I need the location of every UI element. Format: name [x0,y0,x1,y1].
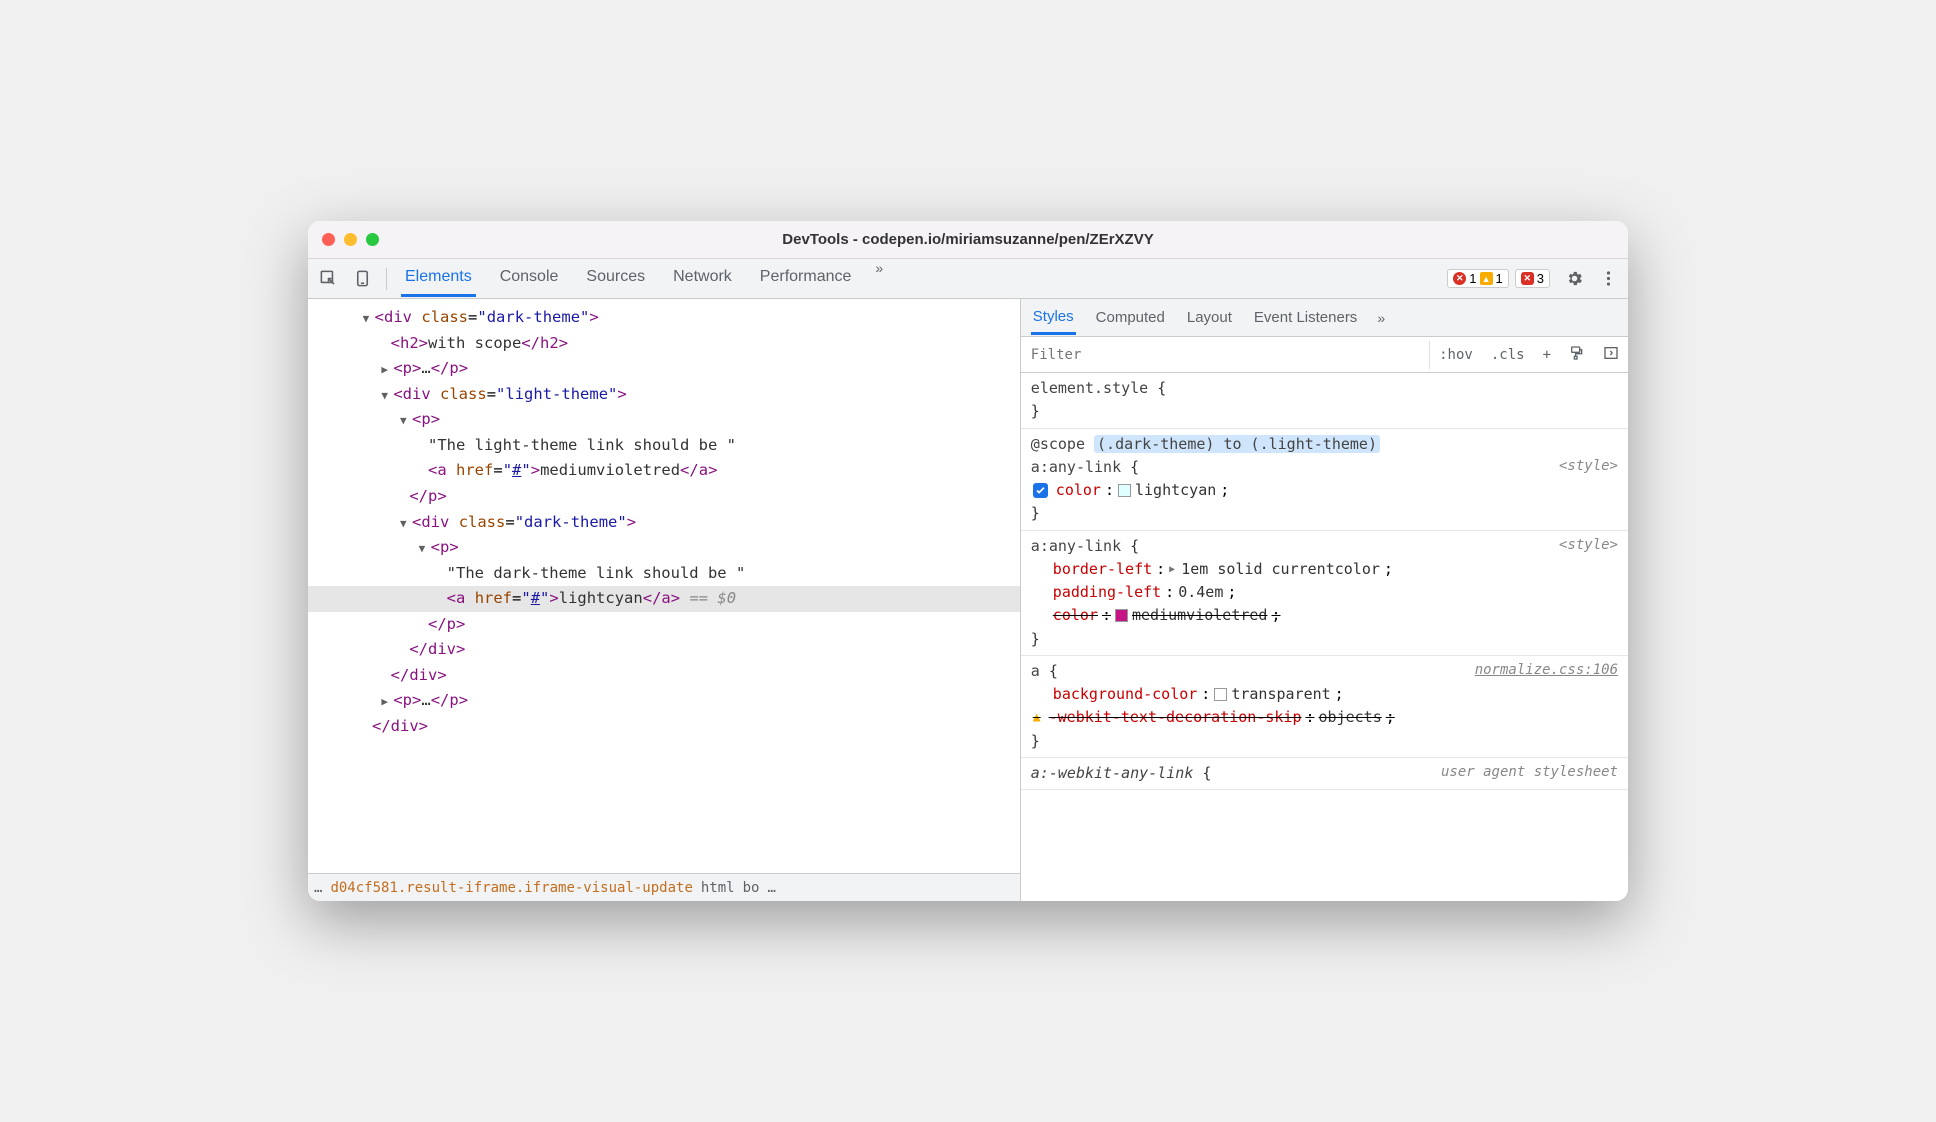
dom-text[interactable]: "The dark-theme link should be " [308,561,1020,587]
more-tabs-icon[interactable]: » [875,260,883,297]
elements-panel: ▼<div class="dark-theme"> <h2>with scope… [308,299,1021,901]
styles-tabs: Styles Computed Layout Event Listeners » [1021,299,1628,337]
color-swatch[interactable] [1118,484,1131,497]
color-swatch[interactable] [1214,688,1227,701]
dom-node[interactable]: ▶<p>…</p> [308,356,1020,382]
css-declaration[interactable]: padding-left: 0.4em; [1031,581,1618,604]
dom-text[interactable]: "The light-theme link should be " [308,433,1020,459]
breadcrumb-ellipsis[interactable]: … [314,880,322,896]
hover-toggle-button[interactable]: :hov [1430,347,1482,363]
error-count: 1 [1469,271,1476,286]
css-declaration[interactable]: border-left:▶1em solid currentcolor; [1031,558,1618,581]
styles-tab-styles[interactable]: Styles [1031,301,1076,335]
dom-node[interactable]: ▶<p>…</p> [308,688,1020,714]
style-rule[interactable]: user agent stylesheet a:-webkit-any-link… [1021,758,1628,790]
styles-panel: Styles Computed Layout Event Listeners »… [1021,299,1628,901]
dom-node[interactable]: </div> [308,714,1020,740]
panel-tabs: Elements Console Sources Network Perform… [401,260,883,297]
traffic-lights [322,233,379,246]
dom-node[interactable]: ▼<p> [308,407,1020,433]
dom-node[interactable]: </p> [308,612,1020,638]
status-badges: ✕ 1 ▲ 1 ✕ 3 [1447,269,1550,288]
devtools-window: DevTools - codepen.io/miriamsuzanne/pen/… [308,221,1628,901]
window-title: DevTools - codepen.io/miriamsuzanne/pen/… [782,231,1153,248]
computed-pane-icon[interactable] [1594,345,1628,365]
dom-node[interactable]: ▼<div class="dark-theme"> [308,510,1020,536]
dom-node[interactable]: ▼<p> [308,535,1020,561]
warning-count: 1 [1496,271,1503,286]
dom-tree[interactable]: ▼<div class="dark-theme"> <h2>with scope… [308,299,1020,873]
tab-console[interactable]: Console [496,260,563,297]
settings-icon[interactable] [1564,269,1584,289]
style-rule[interactable]: element.style { } [1021,373,1628,429]
divider [386,268,387,290]
enabled-checkbox[interactable] [1033,483,1048,498]
css-declaration[interactable]: color: lightcyan; [1031,479,1618,502]
source-link[interactable]: <style> [1559,456,1618,478]
color-swatch[interactable] [1115,609,1128,622]
warning-icon: ▲ [1033,708,1041,728]
message-count: 3 [1537,271,1544,286]
css-declaration-overridden[interactable]: color: mediumvioletred; [1031,604,1618,627]
source-link[interactable]: <style> [1559,535,1618,557]
css-declaration-invalid[interactable]: ▲ -webkit-text-decoration-skip: objects; [1031,706,1618,729]
style-rule[interactable]: @scope (.dark-theme) to (.light-theme) <… [1021,429,1628,531]
style-rule[interactable]: normalize.css:106 a { background-color: … [1021,656,1628,758]
titlebar: DevTools - codepen.io/miriamsuzanne/pen/… [308,221,1628,259]
tab-performance[interactable]: Performance [756,260,856,297]
breadcrumb-ellipsis[interactable]: … [767,880,775,896]
tab-network[interactable]: Network [669,260,736,297]
device-toggle-icon[interactable] [352,269,372,289]
styles-tab-layout[interactable]: Layout [1185,302,1234,333]
error-icon: ✕ [1453,272,1466,285]
scope-highlight: (.dark-theme) to (.light-theme) [1094,435,1380,453]
more-styles-tabs-icon[interactable]: » [1377,310,1385,326]
breadcrumb-item[interactable]: d04cf581.result-iframe.iframe-visual-upd… [330,880,692,896]
main-toolbar: Elements Console Sources Network Perform… [308,259,1628,299]
dom-node[interactable]: </div> [308,663,1020,689]
dom-node[interactable]: </div> [308,637,1020,663]
inspect-icon[interactable] [318,269,338,289]
classes-toggle-button[interactable]: .cls [1482,347,1534,363]
more-menu-icon[interactable] [1598,269,1618,289]
warning-icon: ▲ [1480,272,1493,285]
tab-elements[interactable]: Elements [401,260,476,297]
dom-node[interactable]: <a href="#">mediumvioletred</a> [308,458,1020,484]
paint-icon[interactable] [1560,345,1594,365]
new-style-button[interactable]: + [1534,347,1560,363]
dom-node[interactable]: </p> [308,484,1020,510]
style-rule[interactable]: <style> a:any-link { border-left:▶1em so… [1021,531,1628,656]
minimize-button[interactable] [344,233,357,246]
css-declaration[interactable]: background-color: transparent; [1031,683,1618,706]
errors-badge[interactable]: ✕ 1 ▲ 1 [1447,269,1508,288]
messages-badge[interactable]: ✕ 3 [1515,269,1550,288]
dom-node[interactable]: <h2>with scope</h2> [308,331,1020,357]
breadcrumb-item[interactable]: html [701,880,735,896]
close-button[interactable] [322,233,335,246]
styles-toolbar: :hov .cls + [1021,337,1628,373]
tab-sources[interactable]: Sources [582,260,649,297]
main-content: ▼<div class="dark-theme"> <h2>with scope… [308,299,1628,901]
breadcrumb-item[interactable]: bo [743,880,760,896]
styles-rules[interactable]: element.style { } @scope (.dark-theme) t… [1021,373,1628,901]
message-icon: ✕ [1521,272,1534,285]
dom-node[interactable]: ▼<div class="dark-theme"> [308,305,1020,331]
source-link[interactable]: normalize.css:106 [1475,660,1618,682]
dom-node[interactable]: ▼<div class="light-theme"> [308,382,1020,408]
source-link: user agent stylesheet [1441,762,1618,784]
maximize-button[interactable] [366,233,379,246]
styles-tab-event-listeners[interactable]: Event Listeners [1252,302,1359,333]
breadcrumb-bar[interactable]: … d04cf581.result-iframe.iframe-visual-u… [308,873,1020,901]
dom-node-selected[interactable]: <a href="#">lightcyan</a> == $0 [308,586,1020,612]
styles-tab-computed[interactable]: Computed [1094,302,1167,333]
filter-input[interactable] [1021,341,1430,369]
